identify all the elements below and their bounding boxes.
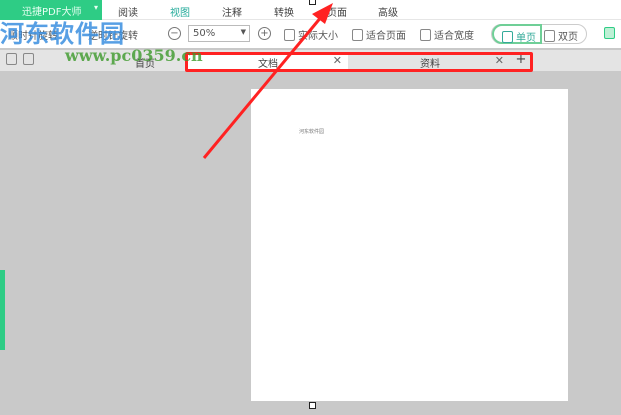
annotation-arrow [202,3,333,159]
